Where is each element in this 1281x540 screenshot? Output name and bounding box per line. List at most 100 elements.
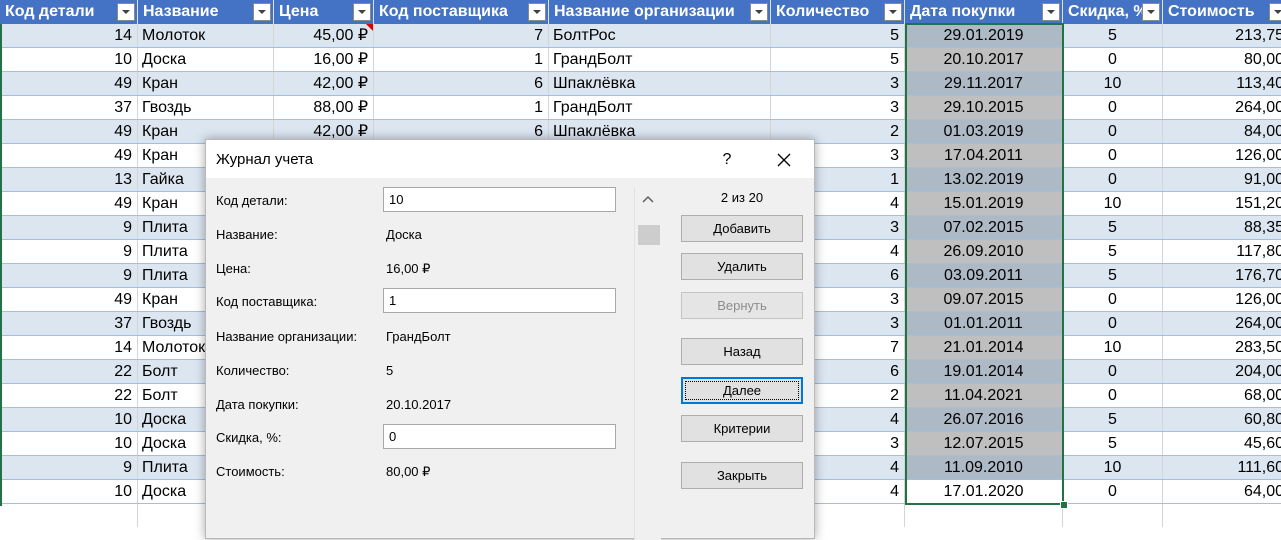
filter-dropdown-icon[interactable]	[884, 3, 902, 21]
cell-purchase-date[interactable]: 26.07.2016	[905, 408, 1063, 431]
close-icon[interactable]	[766, 149, 802, 171]
cell-discount[interactable]: 10	[1063, 456, 1163, 479]
cell-part-code[interactable]: 9	[0, 240, 138, 263]
cell-name[interactable]: Гвоздь	[138, 96, 274, 119]
cell-price[interactable]: 42,00 ₽	[274, 72, 374, 95]
cell-cost[interactable]: 176,70	[1163, 264, 1281, 287]
cell-cost[interactable]: 80,00	[1163, 48, 1281, 71]
cell-cost[interactable]: 126,00	[1163, 144, 1281, 167]
cell-purchase-date[interactable]: 21.01.2014	[905, 336, 1063, 359]
cell-cost[interactable]: 64,00	[1163, 480, 1281, 503]
cell-discount[interactable]: 0	[1063, 288, 1163, 311]
cell-part-code[interactable]: 22	[0, 360, 138, 383]
cell-discount[interactable]: 0	[1063, 480, 1163, 503]
cell-part-code[interactable]: 10	[0, 432, 138, 455]
filter-dropdown-icon[interactable]	[528, 3, 546, 21]
cell-purchase-date[interactable]: 15.01.2019	[905, 192, 1063, 215]
cell-purchase-date[interactable]: 03.09.2011	[905, 264, 1063, 287]
cell-discount[interactable]: 0	[1063, 144, 1163, 167]
cell-org-name[interactable]: ГрандБолт	[549, 48, 771, 71]
cell-purchase-date[interactable]: 29.01.2019	[905, 24, 1063, 47]
next-button[interactable]: Далее	[681, 377, 803, 404]
cell-part-code[interactable]: 10	[0, 408, 138, 431]
cell-purchase-date[interactable]: 17.04.2011	[905, 144, 1063, 167]
delete-button[interactable]: Удалить	[681, 253, 803, 280]
cell-discount[interactable]: 0	[1063, 96, 1163, 119]
cell-discount[interactable]: 0	[1063, 384, 1163, 407]
comment-indicator-icon[interactable]	[366, 24, 373, 31]
filter-dropdown-icon[interactable]	[1269, 3, 1281, 21]
cell-quantity[interactable]: 5	[771, 24, 905, 47]
cell-discount[interactable]: 0	[1063, 312, 1163, 335]
cell-org-name[interactable]: ГрандБолт	[549, 96, 771, 119]
record-scrollbar[interactable]	[634, 187, 661, 540]
cell-discount[interactable]: 5	[1063, 216, 1163, 239]
cell-discount[interactable]: 5	[1063, 264, 1163, 287]
cell-cost[interactable]: 264,00	[1163, 96, 1281, 119]
cell-discount[interactable]: 0	[1063, 120, 1163, 143]
help-button[interactable]: ?	[712, 149, 742, 171]
filter-dropdown-icon[interactable]	[750, 3, 768, 21]
cell-purchase-date[interactable]: 01.03.2019	[905, 120, 1063, 143]
cell-quantity[interactable]: 3	[771, 72, 905, 95]
cell-name[interactable]: Молоток	[138, 24, 274, 47]
cell-name[interactable]: Кран	[138, 72, 274, 95]
cell-cost[interactable]: 45,60	[1163, 432, 1281, 455]
close-button[interactable]: Закрыть	[681, 462, 803, 489]
cell-org-name[interactable]: БолтРос	[549, 24, 771, 47]
part-code-input[interactable]: 10	[383, 187, 616, 212]
cell-cost[interactable]: 126,00	[1163, 288, 1281, 311]
cell-cost[interactable]: 111,60	[1163, 456, 1281, 479]
cell-cost[interactable]: 68,00	[1163, 384, 1281, 407]
filter-dropdown-icon[interactable]	[253, 3, 271, 21]
cell-cost[interactable]: 113,40	[1163, 72, 1281, 95]
cell-part-code[interactable]: 49	[0, 288, 138, 311]
cell-discount[interactable]: 5	[1063, 432, 1163, 455]
cell-part-code[interactable]: 9	[0, 216, 138, 239]
fill-handle[interactable]	[1060, 501, 1068, 509]
scroll-up-arrow-icon[interactable]	[640, 195, 656, 209]
cell-supplier-code[interactable]: 7	[374, 24, 549, 47]
back-button[interactable]: Назад	[681, 338, 803, 365]
supplier-code-input[interactable]: 1	[383, 288, 616, 313]
filter-dropdown-icon[interactable]	[353, 3, 371, 21]
cell-name[interactable]: Доска	[138, 48, 274, 71]
cell-price[interactable]: 88,00 ₽	[274, 96, 374, 119]
cell-cost[interactable]: 213,75	[1163, 24, 1281, 47]
cell-supplier-code[interactable]: 6	[374, 72, 549, 95]
scroll-thumb[interactable]	[638, 225, 660, 245]
filter-dropdown-icon[interactable]	[1042, 3, 1060, 21]
cell-purchase-date[interactable]: 19.01.2014	[905, 360, 1063, 383]
restore-button[interactable]: Вернуть	[681, 292, 803, 319]
cell-org-name[interactable]: Шпаклёвка	[549, 72, 771, 95]
cell-part-code[interactable]: 49	[0, 192, 138, 215]
cell-cost[interactable]: 151,20	[1163, 192, 1281, 215]
cell-cost[interactable]: 60,80	[1163, 408, 1281, 431]
cell-part-code[interactable]: 10	[0, 480, 138, 503]
cell-cost[interactable]: 84,00	[1163, 120, 1281, 143]
cell-discount[interactable]: 10	[1063, 336, 1163, 359]
cell-cost[interactable]: 88,35	[1163, 216, 1281, 239]
cell-purchase-date[interactable]: 29.11.2017	[905, 72, 1063, 95]
cell-quantity[interactable]: 5	[771, 48, 905, 71]
cell-purchase-date[interactable]: 11.09.2010	[905, 456, 1063, 479]
cell-quantity[interactable]: 3	[771, 96, 905, 119]
cell-part-code[interactable]: 10	[0, 48, 138, 71]
cell-part-code[interactable]: 49	[0, 144, 138, 167]
cell-cost[interactable]: 264,00	[1163, 312, 1281, 335]
cell-discount[interactable]: 0	[1063, 360, 1163, 383]
discount-input[interactable]: 0	[383, 424, 616, 449]
cell-discount[interactable]: 5	[1063, 408, 1163, 431]
cell-part-code[interactable]: 9	[0, 456, 138, 479]
cell-purchase-date[interactable]: 11.04.2021	[905, 384, 1063, 407]
cell-discount[interactable]: 5	[1063, 240, 1163, 263]
cell-part-code[interactable]: 14	[0, 336, 138, 359]
cell-price[interactable]: 45,00 ₽	[274, 24, 374, 47]
cell-part-code[interactable]: 37	[0, 312, 138, 335]
cell-supplier-code[interactable]: 1	[374, 96, 549, 119]
cell-purchase-date[interactable]: 17.01.2020	[905, 480, 1063, 503]
cell-part-code[interactable]: 49	[0, 72, 138, 95]
cell-purchase-date[interactable]: 26.09.2010	[905, 240, 1063, 263]
cell-discount[interactable]: 10	[1063, 192, 1163, 215]
cell-part-code[interactable]: 9	[0, 264, 138, 287]
